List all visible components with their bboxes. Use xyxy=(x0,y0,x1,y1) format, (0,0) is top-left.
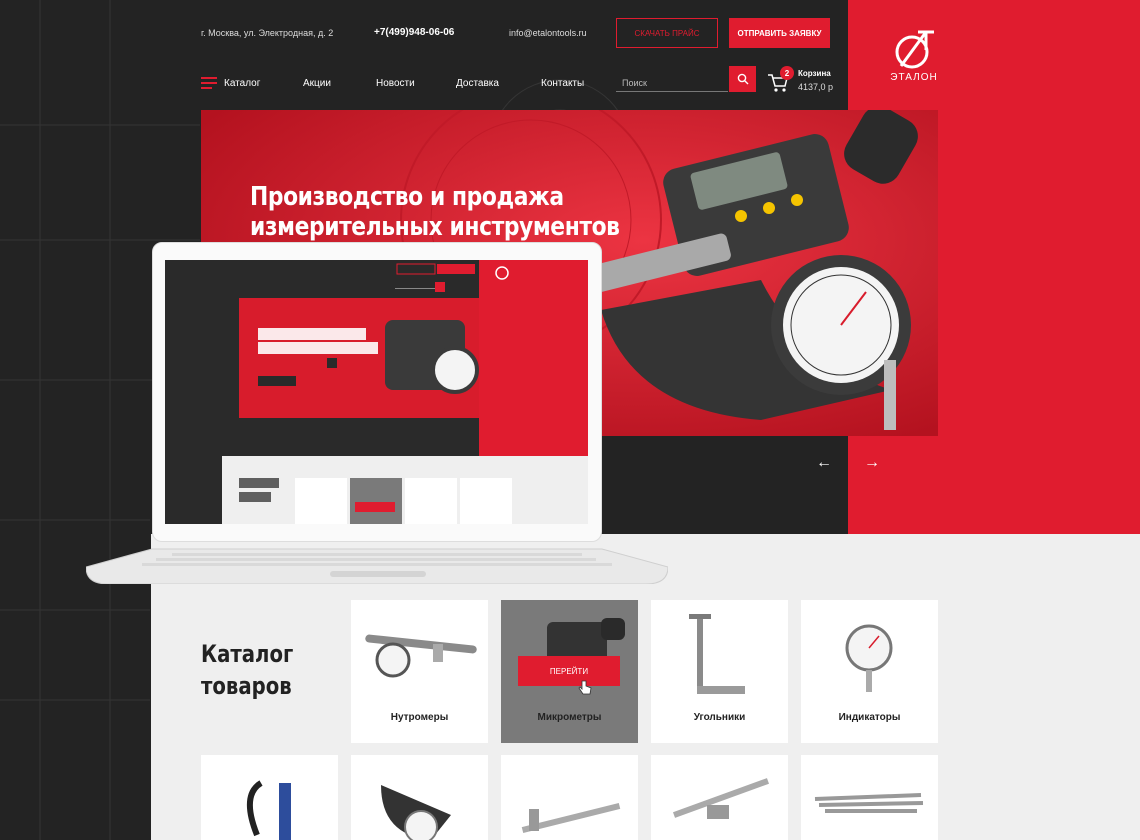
caliper-image xyxy=(521,802,621,834)
magnetic-stand-image xyxy=(247,780,291,840)
feeler-gauge-image xyxy=(814,793,924,813)
catalog-card-calipers[interactable] xyxy=(501,755,638,840)
menu-icon[interactable] xyxy=(201,77,217,89)
logo-text: ЭТАЛОН xyxy=(890,72,938,83)
laptop-keyboard-base xyxy=(86,548,668,584)
cart-sum: 4137,0 р xyxy=(798,82,834,92)
hand-cursor-icon xyxy=(578,680,592,695)
dial-indicator-image xyxy=(845,624,893,692)
catalog-card-feeler-gauges[interactable] xyxy=(801,755,938,840)
search-button[interactable] xyxy=(729,66,756,92)
nav-promotions[interactable]: Акции xyxy=(303,78,331,89)
catalog-card-bore-gauges[interactable]: Нутромеры xyxy=(351,600,488,743)
card-name: Микрометры xyxy=(537,712,602,723)
phone-link[interactable]: +7(499)948-06-06 xyxy=(374,27,454,38)
catalog-card-magnetic-stand[interactable] xyxy=(201,755,338,840)
card-name: Индикаторы xyxy=(838,712,901,723)
catalog-card-depth-gauge[interactable] xyxy=(651,755,788,840)
slider-next-button[interactable]: → xyxy=(864,454,880,472)
card-name: Угольники xyxy=(693,712,746,723)
nav-news[interactable]: Новости xyxy=(376,78,415,89)
nav-catalog[interactable]: Каталог xyxy=(224,78,260,89)
laptop-screen-preview xyxy=(165,260,588,524)
slider-prev-button[interactable]: ← xyxy=(816,454,832,472)
go-button[interactable]: ПЕРЕЙТИ xyxy=(518,656,620,686)
nav-delivery[interactable]: Доставка xyxy=(456,78,499,89)
bore-gauge-image xyxy=(365,634,477,678)
card-name: Нутромеры xyxy=(390,712,449,723)
cart-label[interactable]: Корзина xyxy=(798,69,831,78)
square-tool-image xyxy=(689,614,745,694)
send-request-button[interactable]: ОТПРАВИТЬ ЗАЯВКУ xyxy=(729,18,830,48)
address: г. Москва, ул. Электродная, д. 2 xyxy=(201,28,334,38)
micrometer-thumb-image xyxy=(547,618,625,662)
depth-gauge-image xyxy=(672,778,770,819)
cart-count-badge: 2 xyxy=(780,66,794,80)
laptop-mockup xyxy=(86,242,668,584)
download-price-button[interactable]: СКАЧАТЬ ПРАЙС xyxy=(616,18,718,48)
catalog-card-squares[interactable]: Угольники xyxy=(651,600,788,743)
search-input[interactable]: Поиск xyxy=(616,68,728,92)
catalog-title: Каталог товаров xyxy=(201,640,294,700)
email-link[interactable]: info@etalontools.ru xyxy=(509,28,587,38)
catalog-card-micrometer-dial[interactable] xyxy=(351,755,488,840)
catalog-card-micrometers[interactable]: ПЕРЕЙТИ Микрометры xyxy=(501,600,638,743)
catalog-card-indicators[interactable]: Индикаторы xyxy=(801,600,938,743)
nav-contacts[interactable]: Контакты xyxy=(541,78,584,89)
search-icon xyxy=(737,73,748,85)
micrometer-dial-image xyxy=(381,785,451,840)
hero-title: Производство и продажа измерительных инс… xyxy=(250,182,620,242)
